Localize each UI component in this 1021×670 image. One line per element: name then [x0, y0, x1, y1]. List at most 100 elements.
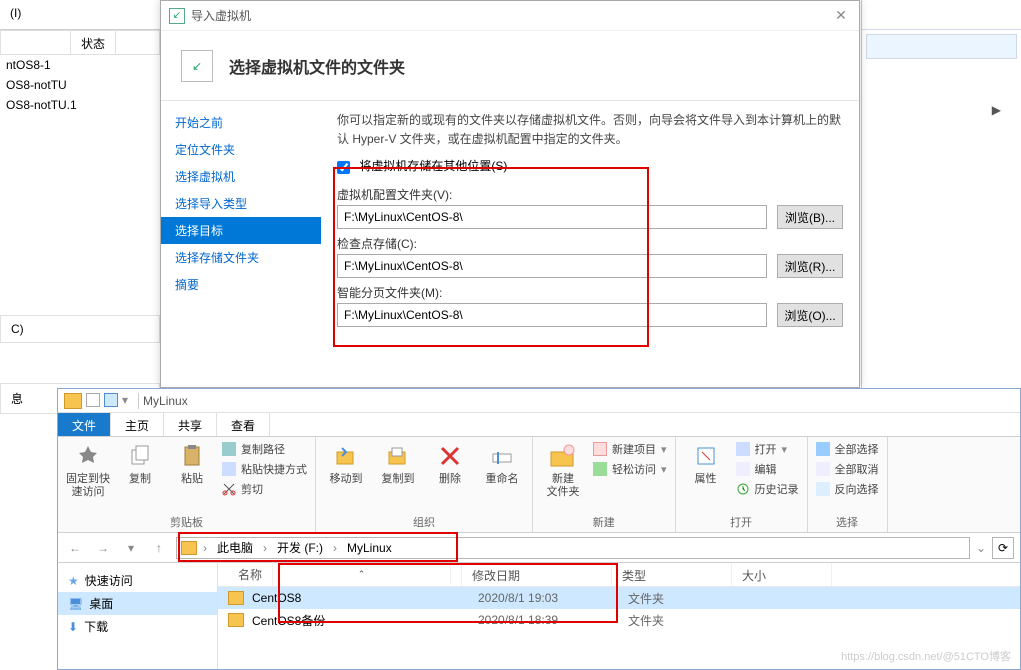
- wizard-main-panel: 你可以指定新的或现有的文件夹以存储虚拟机文件。否则，向导会将文件导入到本计算机上…: [321, 101, 859, 387]
- star-icon: ★: [68, 574, 79, 588]
- import-vm-wizard: ↙ 导入虚拟机 ✕ ↙ 选择虚拟机文件的文件夹 开始之前 定位文件夹 选择虚拟机…: [160, 0, 860, 388]
- select-none-button[interactable]: 全部取消: [816, 461, 879, 477]
- wizard-step-before[interactable]: 开始之前: [161, 109, 321, 136]
- copy-path-button[interactable]: 复制路径: [222, 441, 307, 457]
- store-elsewhere-checkbox[interactable]: [337, 161, 350, 174]
- ribbon-group-new: 新建 文件夹 新建项目▾ 轻松访问▾ 新建: [533, 437, 676, 532]
- cut-button[interactable]: 剪切: [222, 481, 307, 497]
- browse-config-button[interactable]: 浏览(B)...: [777, 205, 843, 229]
- tab-view[interactable]: 查看: [217, 413, 270, 436]
- explorer-location-text: MyLinux: [143, 394, 188, 408]
- hv-vm-row[interactable]: OS8-notTU.1: [0, 95, 160, 115]
- select-all-button[interactable]: 全部选择: [816, 441, 879, 457]
- tab-share[interactable]: 共享: [164, 413, 217, 436]
- col-name[interactable]: 名称⌃: [218, 563, 462, 586]
- browse-paging-button[interactable]: 浏览(O)...: [777, 303, 843, 327]
- tree-downloads[interactable]: ⬇下载: [58, 615, 217, 638]
- paste-button[interactable]: 粘贴: [170, 441, 214, 486]
- move-to-button[interactable]: 移动到: [324, 441, 368, 486]
- wizard-step-importtype[interactable]: 选择导入类型: [161, 190, 321, 217]
- delete-button[interactable]: 删除: [428, 441, 472, 486]
- breadcrumb-segment[interactable]: MyLinux: [343, 541, 396, 555]
- nav-up-icon[interactable]: ↑: [148, 537, 170, 559]
- wizard-step-selectvm[interactable]: 选择虚拟机: [161, 163, 321, 190]
- rename-button[interactable]: 重命名: [480, 441, 524, 486]
- easy-access-button[interactable]: 轻松访问▾: [593, 461, 667, 477]
- edit-button[interactable]: 编辑: [736, 461, 799, 477]
- hv-section-c: C): [0, 315, 160, 343]
- col-size[interactable]: 大小: [732, 563, 832, 586]
- tab-file[interactable]: 文件: [58, 413, 111, 436]
- actions-header-blue: [866, 34, 1017, 59]
- smart-paging-label: 智能分页文件夹(M):: [337, 284, 843, 301]
- refresh-icon[interactable]: ⟳: [992, 537, 1014, 559]
- vm-config-folder-label: 虚拟机配置文件夹(V):: [337, 186, 843, 203]
- navigation-tree: ★快速访问 🖥桌面 ⬇下载: [58, 563, 218, 669]
- download-icon: ⬇: [68, 620, 78, 634]
- tab-home[interactable]: 主页: [111, 413, 164, 436]
- copy-to-button[interactable]: 复制到: [376, 441, 420, 486]
- wizard-header-icon: ↙: [181, 50, 213, 82]
- breadcrumb-segment[interactable]: 此电脑: [213, 539, 257, 556]
- nav-forward-icon[interactable]: →: [92, 537, 114, 559]
- folder-icon: [181, 541, 197, 555]
- ribbon-group-clipboard: 固定到快 速访问 复制 粘贴 复制路径 粘贴快捷方式 剪切 剪贴板: [58, 437, 316, 532]
- wizard-icon: ↙: [169, 8, 185, 24]
- col-type[interactable]: 类型: [612, 563, 732, 586]
- folder-icon: [228, 591, 244, 605]
- hv-vm-list: ntOS8-1 OS8-notTU OS8-notTU.1: [0, 55, 160, 115]
- address-bar-row: ← → ▾ ↑ 此电脑 开发 (F:) MyLinux ⌄ ⟳: [58, 533, 1020, 563]
- tree-quick-access[interactable]: ★快速访问: [58, 569, 217, 592]
- wizard-titlebar: ↙ 导入虚拟机 ✕: [161, 1, 859, 31]
- history-button[interactable]: 历史记录: [736, 481, 799, 497]
- address-bar[interactable]: 此电脑 开发 (F:) MyLinux: [176, 537, 970, 559]
- col-date[interactable]: 修改日期: [462, 563, 612, 586]
- qat-dropdown-icon[interactable]: ▾: [122, 393, 128, 409]
- wizard-header-text: 选择虚拟机文件的文件夹: [229, 54, 405, 78]
- new-folder-button[interactable]: 新建 文件夹: [541, 441, 585, 499]
- hv-vm-row[interactable]: OS8-notTU: [0, 75, 160, 95]
- new-item-button[interactable]: 新建项目▾: [593, 441, 667, 457]
- copy-button[interactable]: 复制: [118, 441, 162, 486]
- qat-button[interactable]: [86, 393, 100, 407]
- close-icon[interactable]: ✕: [831, 7, 851, 24]
- qat-button[interactable]: [104, 393, 118, 407]
- pin-to-quick-access-button[interactable]: 固定到快 速访问: [66, 441, 110, 499]
- sort-arrow-icon: ⌃: [273, 565, 451, 584]
- tree-desktop[interactable]: 🖥桌面: [58, 592, 217, 615]
- vm-config-folder-input[interactable]: [337, 205, 767, 229]
- hv-col-state: 状态: [71, 31, 116, 54]
- smart-paging-input[interactable]: [337, 303, 767, 327]
- wizard-step-target[interactable]: 选择目标: [161, 217, 321, 244]
- invert-selection-button[interactable]: 反向选择: [816, 481, 879, 497]
- wizard-step-summary[interactable]: 摘要: [161, 271, 321, 298]
- file-row[interactable]: CentOS8备份 2020/8/1 18:39 文件夹: [218, 609, 1020, 631]
- ribbon-tabs: 文件 主页 共享 查看: [58, 413, 1020, 437]
- open-button[interactable]: 打开▾: [736, 441, 799, 457]
- checkpoint-store-input[interactable]: [337, 254, 767, 278]
- folder-icon: [64, 393, 82, 409]
- ribbon: 固定到快 速访问 复制 粘贴 复制路径 粘贴快捷方式 剪切 剪贴板: [58, 437, 1020, 533]
- chevron-right-icon[interactable]: ▶: [862, 63, 1021, 157]
- nav-back-icon[interactable]: ←: [64, 537, 86, 559]
- hv-vm-row[interactable]: ntOS8-1: [0, 55, 160, 75]
- wizard-description: 你可以指定新的或现有的文件夹以存储虚拟机文件。否则，向导会将文件导入到本计算机上…: [337, 111, 843, 149]
- store-elsewhere-checkbox-row: 将虚拟机存储在其他位置(S): [337, 157, 843, 174]
- folder-icon: [228, 613, 244, 627]
- hv-actions-pane: ▶: [861, 0, 1021, 388]
- wizard-step-storage[interactable]: 选择存储文件夹: [161, 244, 321, 271]
- wizard-step-locate[interactable]: 定位文件夹: [161, 136, 321, 163]
- ribbon-group-organize: 移动到 复制到 删除 重命名 组织: [316, 437, 533, 532]
- paste-shortcut-button[interactable]: 粘贴快捷方式: [222, 461, 307, 477]
- ribbon-group-select: 全部选择 全部取消 反向选择 选择: [808, 437, 888, 532]
- browse-checkpoint-button[interactable]: 浏览(R)...: [777, 254, 843, 278]
- hv-column-headers: 状态: [0, 30, 160, 55]
- properties-button[interactable]: 属性: [684, 441, 728, 486]
- file-explorer-window: ▾ MyLinux 文件 主页 共享 查看 固定到快 速访问 复制: [57, 388, 1021, 670]
- file-row[interactable]: CentOS8 2020/8/1 19:03 文件夹: [218, 587, 1020, 609]
- breadcrumb-segment[interactable]: 开发 (F:): [273, 539, 327, 556]
- quick-access-toolbar: ▾: [64, 393, 128, 409]
- nav-recent-icon[interactable]: ▾: [120, 537, 142, 559]
- hv-menubar: (I): [0, 0, 160, 30]
- wizard-title-text: 导入虚拟机: [191, 7, 831, 24]
